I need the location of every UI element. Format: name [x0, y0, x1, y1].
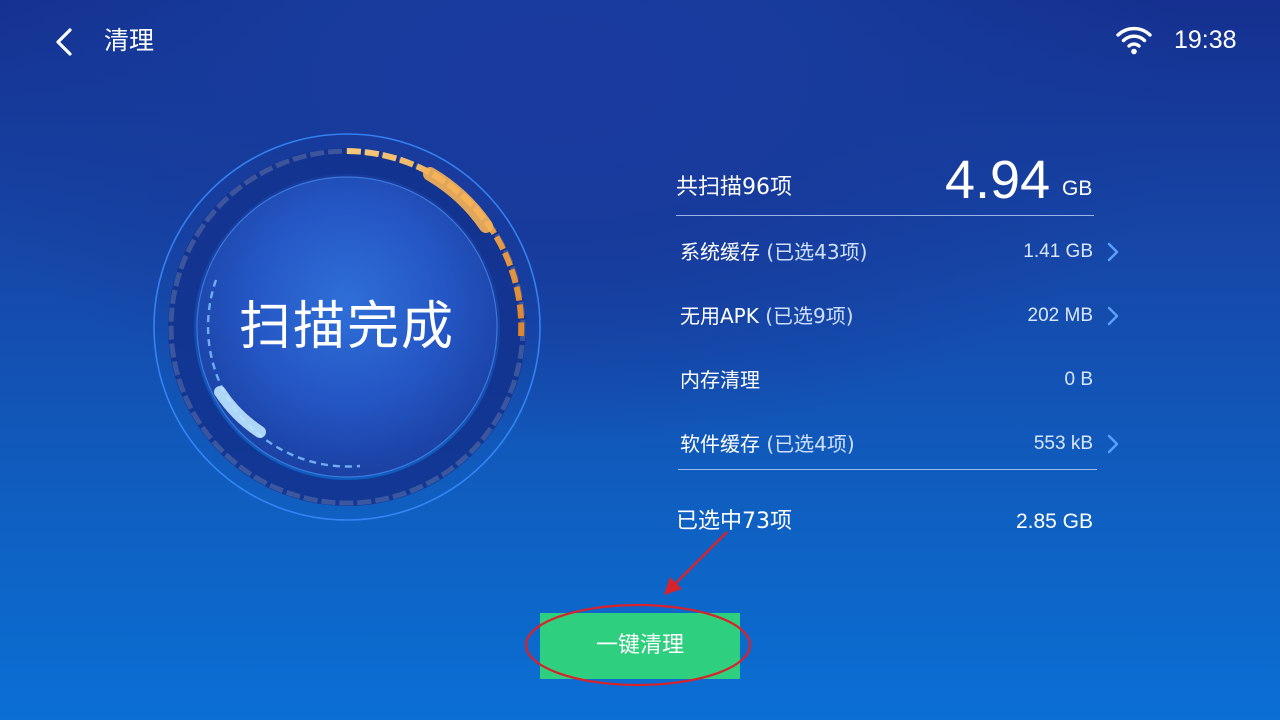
wifi-icon [1114, 24, 1154, 56]
scan-gauge: 扫描完成 [150, 130, 544, 524]
divider [676, 215, 1094, 216]
scan-status-text: 扫描完成 [238, 297, 455, 357]
divider [678, 469, 1097, 470]
annotation-arrow [673, 531, 728, 586]
status-time: 19:38 [1174, 26, 1237, 54]
category-name: 系统缓存 (已选43项) [680, 240, 868, 264]
total-scanned-value: 4.94 [945, 150, 1051, 210]
category-name: 无用APK (已选9项) [680, 304, 854, 328]
chevron-right-icon [1107, 306, 1119, 326]
chevron-right-icon [1107, 242, 1119, 262]
chevron-right-icon [1107, 434, 1119, 454]
category-row-app-cache[interactable]: 软件缓存 (已选4项) 553 kB [680, 425, 1120, 465]
category-row-memory: 内存清理 0 B [680, 361, 1120, 401]
total-scanned-unit: GB [1062, 177, 1093, 200]
selected-count-label: 已选中73项 [676, 509, 792, 534]
category-size: 0 B [1064, 369, 1093, 390]
one-click-clean-button[interactable]: 一键清理 [540, 613, 740, 679]
category-row-unused-apk[interactable]: 无用APK (已选9项) 202 MB [680, 297, 1120, 337]
back-button[interactable] [44, 22, 84, 62]
category-row-system-cache[interactable]: 系统缓存 (已选43项) 1.41 GB [680, 233, 1120, 273]
total-scanned-label: 共扫描96项 [676, 175, 792, 200]
selected-size-value: 2.85 GB [1015, 510, 1093, 533]
annotation-arrowhead [664, 577, 682, 595]
category-name: 内存清理 [680, 368, 760, 392]
category-size: 1.41 GB [1023, 241, 1093, 262]
chevron-left-icon [56, 28, 72, 56]
page-title: 清理 [104, 26, 155, 55]
category-size: 553 kB [1033, 433, 1093, 454]
category-name: 软件缓存 (已选4项) [680, 432, 855, 456]
category-size: 202 MB [1027, 305, 1093, 326]
